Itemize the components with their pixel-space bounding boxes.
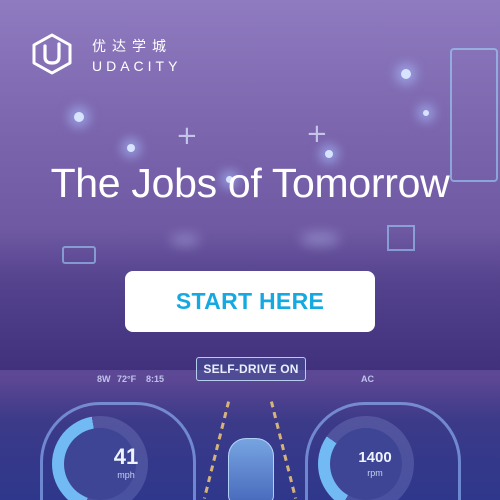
speed-unit: mph	[117, 470, 135, 480]
udacity-ad-banner[interactable]: + + 8W 72°F 8:15 AC SELF-DRIVE ON 41 mph…	[0, 0, 500, 500]
rpm-unit: rpm	[367, 468, 383, 478]
start-here-button[interactable]: START HERE	[125, 271, 375, 332]
street-light	[423, 110, 429, 116]
street-light	[127, 144, 135, 152]
brand-chinese-name: 优达学城	[92, 39, 172, 55]
street-light	[74, 112, 84, 122]
dashboard-temperature: 72°F	[117, 374, 137, 384]
street-light	[325, 150, 333, 158]
udacity-u-logo-icon[interactable]	[31, 33, 73, 79]
light-glow	[170, 234, 200, 246]
dashboard-time: 8:15	[146, 374, 165, 384]
headline: The Jobs of Tomorrow	[50, 160, 450, 206]
rpm-value: 1400	[358, 449, 392, 466]
dashboard-status-right: AC	[361, 374, 374, 384]
plus-icon: +	[176, 121, 198, 151]
hud-target-box	[387, 225, 415, 251]
hud-panel	[62, 246, 96, 264]
brand-english-name: UDACITY	[92, 58, 182, 74]
car-icon	[228, 438, 274, 500]
plus-icon: +	[306, 119, 328, 149]
self-drive-indicator: SELF-DRIVE ON	[196, 357, 306, 381]
street-light	[401, 69, 411, 79]
speed-value: 41	[113, 444, 139, 469]
dashboard-status-left: 8W	[97, 374, 111, 384]
light-glow	[300, 232, 340, 246]
